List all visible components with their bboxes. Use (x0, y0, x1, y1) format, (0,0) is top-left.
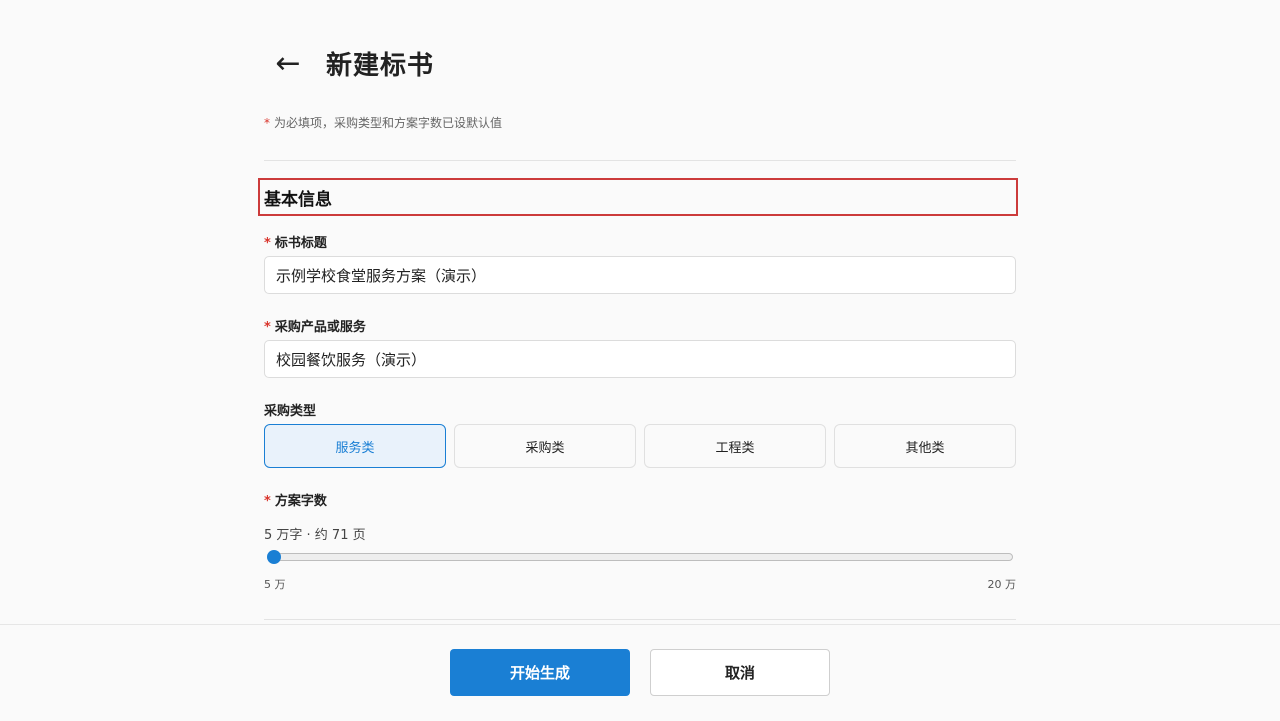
back-arrow-icon[interactable]: ← (264, 40, 312, 86)
required-mark: * (264, 236, 271, 251)
word-count-label-text: 方案字数 (274, 494, 327, 509)
required-mark: * (264, 116, 270, 130)
hint-text: 为必填项，采购类型和方案字数已设默认值 (274, 116, 503, 130)
word-count-display: 5 万字 · 约 71 页 (264, 528, 366, 543)
word-count-label: * 方案字数 (264, 490, 327, 509)
product-input[interactable] (264, 340, 1016, 378)
product-label: * 采购产品或服务 (264, 316, 366, 335)
divider (264, 619, 1016, 620)
required-hint: * 为必填项，采购类型和方案字数已设默认值 (264, 114, 502, 131)
start-generate-button[interactable]: 开始生成 (450, 649, 630, 696)
page-title: 新建标书 (326, 50, 435, 81)
procurement-type-selector: 服务类 采购类 工程类 其他类 (264, 424, 1016, 468)
word-count-slider-track[interactable] (268, 553, 1013, 561)
divider (264, 160, 1016, 161)
header: ← 新建标书 (264, 40, 434, 86)
slider-min-label: 5 万 (264, 578, 286, 591)
product-label-text: 采购产品或服务 (274, 320, 366, 335)
required-mark: * (264, 320, 271, 335)
procurement-type-label: 采购类型 (264, 404, 317, 419)
type-option-engineering[interactable]: 工程类 (644, 424, 826, 468)
type-option-service[interactable]: 服务类 (264, 424, 446, 468)
bid-title-input[interactable] (264, 256, 1016, 294)
type-option-purchase[interactable]: 采购类 (454, 424, 636, 468)
bid-title-label: * 标书标题 (264, 232, 327, 251)
bid-title-label-text: 标书标题 (274, 236, 327, 251)
footer-bar: 开始生成 取消 (0, 624, 1280, 721)
type-option-other[interactable]: 其他类 (834, 424, 1016, 468)
slider-max-label: 20 万 (987, 578, 1017, 591)
word-count-slider-thumb[interactable] (267, 550, 281, 564)
section-title: 基本信息 (258, 178, 1018, 216)
cancel-button[interactable]: 取消 (650, 649, 830, 696)
required-mark: * (264, 494, 271, 509)
